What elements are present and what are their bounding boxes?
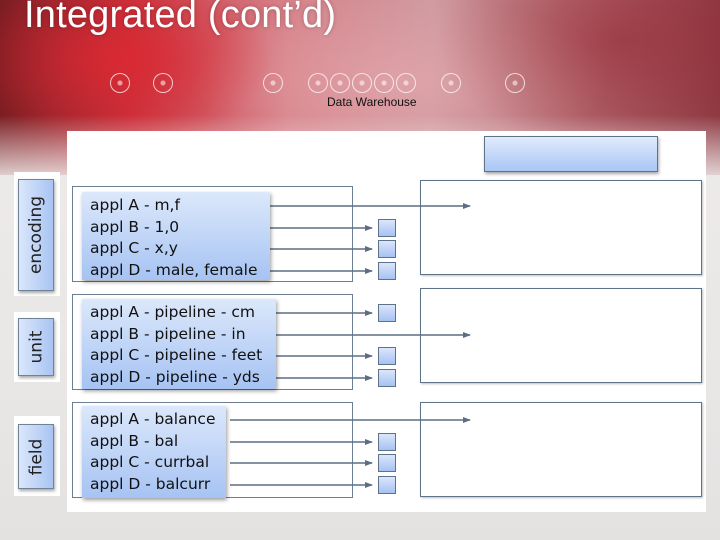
source-item: appl D - male, female: [90, 260, 258, 279]
mapped-value-square: [378, 369, 396, 387]
mapped-value-square: [378, 433, 396, 451]
source-list-field: appl A - balance appl B - bal appl C - c…: [82, 406, 226, 498]
mapped-value-square: [378, 476, 396, 494]
source-list-unit: appl A - pipeline - cm appl B - pipeline…: [82, 299, 276, 389]
source-item: appl B - bal: [90, 431, 179, 450]
mapped-value-square: [378, 219, 396, 237]
mapped-value-square: [378, 304, 396, 322]
source-item: appl A - balance: [90, 410, 216, 428]
source-list-encoding: appl A - m,f appl B - 1,0 appl C - x,y a…: [82, 192, 270, 280]
mapped-value-square: [378, 240, 396, 258]
source-item: appl C - currbal: [90, 453, 210, 471]
source-item: appl B - pipeline - in: [90, 324, 246, 343]
source-item: appl C - x,y: [90, 239, 178, 257]
source-item: appl C - pipeline - feet: [90, 346, 263, 364]
mapped-value-square: [378, 454, 396, 472]
source-item: appl D - pipeline - yds: [90, 367, 260, 386]
mapped-value-square: [378, 262, 396, 280]
source-item: appl B - 1,0: [90, 217, 180, 236]
source-item: appl A - m,f: [90, 196, 180, 214]
source-item: appl A - pipeline - cm: [90, 303, 256, 321]
source-item: appl D - balcurr: [90, 474, 211, 493]
mapped-value-square: [378, 347, 396, 365]
